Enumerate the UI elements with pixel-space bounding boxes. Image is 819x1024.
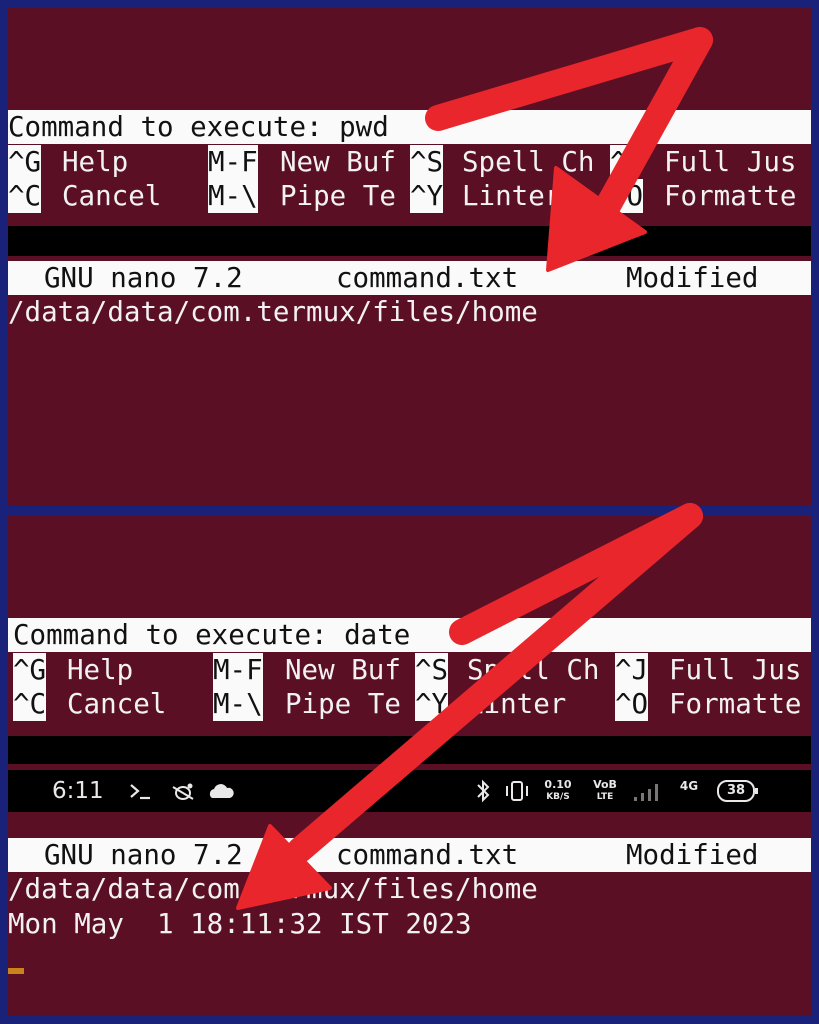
bluetooth-icon — [474, 770, 492, 827]
shortcut-key-spell[interactable]: ^S — [415, 653, 449, 687]
shortcut-key-cancel[interactable]: ^C — [13, 687, 47, 721]
shortcut-key-pipe[interactable]: M-\ — [208, 179, 258, 213]
signal-icon — [630, 770, 666, 827]
nano-title-bar: GNU nano 7.2 command.txt Modified — [8, 261, 811, 295]
shortcut-key-new-buffer[interactable]: M-F — [208, 145, 258, 179]
shortcut-label-help: Help — [67, 654, 134, 686]
file-name: command.txt — [336, 838, 519, 872]
shortcut-key-cancel[interactable]: ^C — [8, 179, 42, 213]
shortcut-label-justify: Full Jus — [664, 146, 797, 178]
shortcut-label-linter: Linter — [462, 180, 562, 212]
modified-flag: Modified — [626, 838, 759, 872]
top-terminal-panel: Command to execute: pwd ^G Help M-F New … — [8, 8, 811, 506]
shortcut-label-spell: Spell Ch — [462, 146, 595, 178]
net-speed-unit: KB/S — [546, 792, 570, 802]
shortcut-key-formatter[interactable]: ^O — [610, 179, 644, 213]
shortcut-key-justify[interactable]: ^ — [610, 145, 627, 179]
network-type: 4G — [679, 779, 699, 793]
shortcut-label-formatter: Formatte — [664, 180, 797, 212]
shortcut-label-new-buffer: New Buf — [280, 146, 396, 178]
command-prompt[interactable]: Command to execute: date — [13, 618, 411, 652]
shortcut-key-pipe[interactable]: M-\ — [213, 687, 263, 721]
cloud-icon — [206, 770, 236, 827]
output-line-1: /data/data/com.termux/files/home — [8, 873, 538, 905]
shortcut-label-linter: Linter — [467, 688, 567, 720]
modified-flag: Modified — [626, 261, 759, 295]
shortcut-label-pipe: Pipe Te — [280, 180, 396, 212]
shortcut-row-1: ^G Help M-F New Buf ^S Spell Ch ^J Full … — [13, 653, 811, 687]
volte-bottom: LTE — [596, 792, 614, 802]
command-prompt[interactable]: Command to execute: pwd — [8, 110, 389, 144]
shortcut-label-pipe: Pipe Te — [285, 688, 401, 720]
nano-title-bar: GNU nano 7.2 command.txt Modified — [8, 838, 811, 872]
shortcut-label-justify: Full Jus — [669, 654, 802, 686]
net-speed-value: 0.10 — [544, 778, 572, 791]
shortcut-label-help: Help — [62, 146, 129, 178]
nano-version: GNU nano 7.2 — [44, 261, 243, 295]
bottom-terminal-panel: Command to execute: date ^G Help M-F New… — [8, 516, 811, 1016]
shortcut-key-formatter[interactable]: ^O — [615, 687, 649, 721]
shortcut-row-2: ^C Cancel M-\ Pipe Te ^Y Linter ^O Forma… — [8, 179, 811, 213]
shortcut-key-linter[interactable]: ^Y — [410, 179, 444, 213]
nano-version: GNU nano 7.2 — [44, 838, 243, 872]
clock: 6:11 — [52, 778, 104, 804]
shortcut-key-help[interactable]: ^G — [8, 145, 42, 179]
battery-level: 38 — [726, 783, 746, 798]
battery-icon — [714, 770, 762, 827]
terminal-cursor — [8, 968, 24, 974]
output-line-1: /data/data/com.termux/files/home — [8, 296, 538, 328]
shortcut-key-new-buffer[interactable]: M-F — [213, 653, 263, 687]
vibrate-icon — [502, 770, 532, 827]
output-line-2: Mon May 1 18:11:32 IST 2023 — [8, 908, 472, 940]
divider-bar — [8, 736, 811, 764]
shortcut-label-spell: Spell Ch — [467, 654, 600, 686]
shortcut-key-help[interactable]: ^G — [13, 653, 47, 687]
bug-icon — [170, 770, 196, 827]
terminal-icon — [128, 770, 152, 827]
file-name: command.txt — [336, 261, 519, 295]
android-status-bar: 6:11 0.10 KB/S VoB LTE 4G 38 — [8, 770, 811, 812]
shortcut-label-cancel: Cancel — [62, 180, 162, 212]
shortcut-key-justify[interactable]: ^J — [615, 653, 649, 687]
shortcut-label-cancel: Cancel — [67, 688, 167, 720]
shortcut-key-linter[interactable]: ^Y — [415, 687, 449, 721]
shortcut-label-formatter: Formatte — [669, 688, 802, 720]
divider-bar — [8, 226, 811, 256]
shortcut-label-new-buffer: New Buf — [285, 654, 401, 686]
shortcut-key-spell[interactable]: ^S — [410, 145, 444, 179]
shortcut-row-1: ^G Help M-F New Buf ^S Spell Ch ^ Full J… — [8, 145, 811, 179]
shortcut-row-2: ^C Cancel M-\ Pipe Te ^Y Linter ^O Forma… — [13, 687, 811, 721]
volte-top: VoB — [593, 778, 617, 791]
